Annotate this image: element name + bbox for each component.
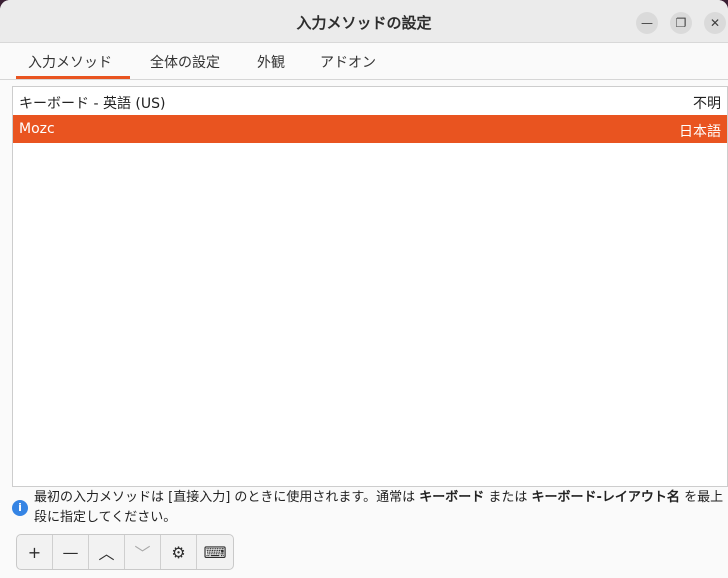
move-down-button[interactable]: ﹀ bbox=[125, 535, 161, 569]
tab-input-method[interactable]: 入力メソッド bbox=[28, 52, 112, 72]
window-title: 入力メソッドの設定 bbox=[296, 14, 432, 32]
info-message: i 最初の入力メソッドは [直接入力] のときに使用されます。通常は キーボード… bbox=[12, 488, 728, 532]
keyboard-layout-button[interactable]: ⌨ bbox=[197, 535, 233, 569]
tab-appearance[interactable]: 外観 bbox=[257, 52, 285, 72]
input-method-name: Mozc bbox=[19, 121, 55, 137]
info-text: 最初の入力メソッドは [直接入力] のときに使用されます。通常は キーボード ま… bbox=[34, 490, 724, 525]
input-method-language: 不明 bbox=[693, 96, 721, 112]
remove-button[interactable]: — bbox=[53, 535, 89, 569]
move-down-icon: ﹀ bbox=[134, 544, 151, 563]
active-tab-indicator bbox=[16, 76, 130, 79]
info-icon: i bbox=[12, 500, 28, 516]
input-method-name: キーボード - 英語 (US) bbox=[19, 96, 166, 112]
maximize-button[interactable]: ❐ bbox=[670, 12, 692, 34]
list-item[interactable]: キーボード - 英語 (US) 不明 bbox=[13, 87, 727, 115]
add-button[interactable]: + bbox=[17, 535, 53, 569]
remove-icon: — bbox=[62, 542, 79, 562]
tab-bar: 入力メソッド 全体の設定 外観 アドオン bbox=[0, 43, 728, 80]
minimize-button[interactable]: — bbox=[636, 12, 658, 34]
configure-icon: ⚙ bbox=[171, 542, 186, 562]
input-method-list[interactable]: キーボード - 英語 (US) 不明 Mozc 日本語 bbox=[12, 86, 728, 487]
keyboard-layout-icon: ⌨ bbox=[203, 542, 227, 562]
list-toolbar: + — ︿ ﹀ ⚙ ⌨ bbox=[16, 534, 234, 570]
close-button[interactable]: ✕ bbox=[704, 12, 726, 34]
configure-button[interactable]: ⚙ bbox=[161, 535, 197, 569]
tab-global-settings[interactable]: 全体の設定 bbox=[150, 52, 220, 72]
tab-addons[interactable]: アドオン bbox=[320, 52, 376, 72]
input-method-settings-window: 入力メソッドの設定 — ❐ ✕ 入力メソッド 全体の設定 外観 アドオン キーボ… bbox=[0, 0, 728, 578]
list-item[interactable]: Mozc 日本語 bbox=[13, 115, 727, 143]
move-up-button[interactable]: ︿ bbox=[89, 535, 125, 569]
add-icon: + bbox=[27, 542, 42, 562]
move-up-icon: ︿ bbox=[98, 544, 115, 563]
title-bar[interactable]: 入力メソッドの設定 — ❐ ✕ bbox=[0, 0, 728, 43]
input-method-language: 日本語 bbox=[679, 124, 721, 140]
